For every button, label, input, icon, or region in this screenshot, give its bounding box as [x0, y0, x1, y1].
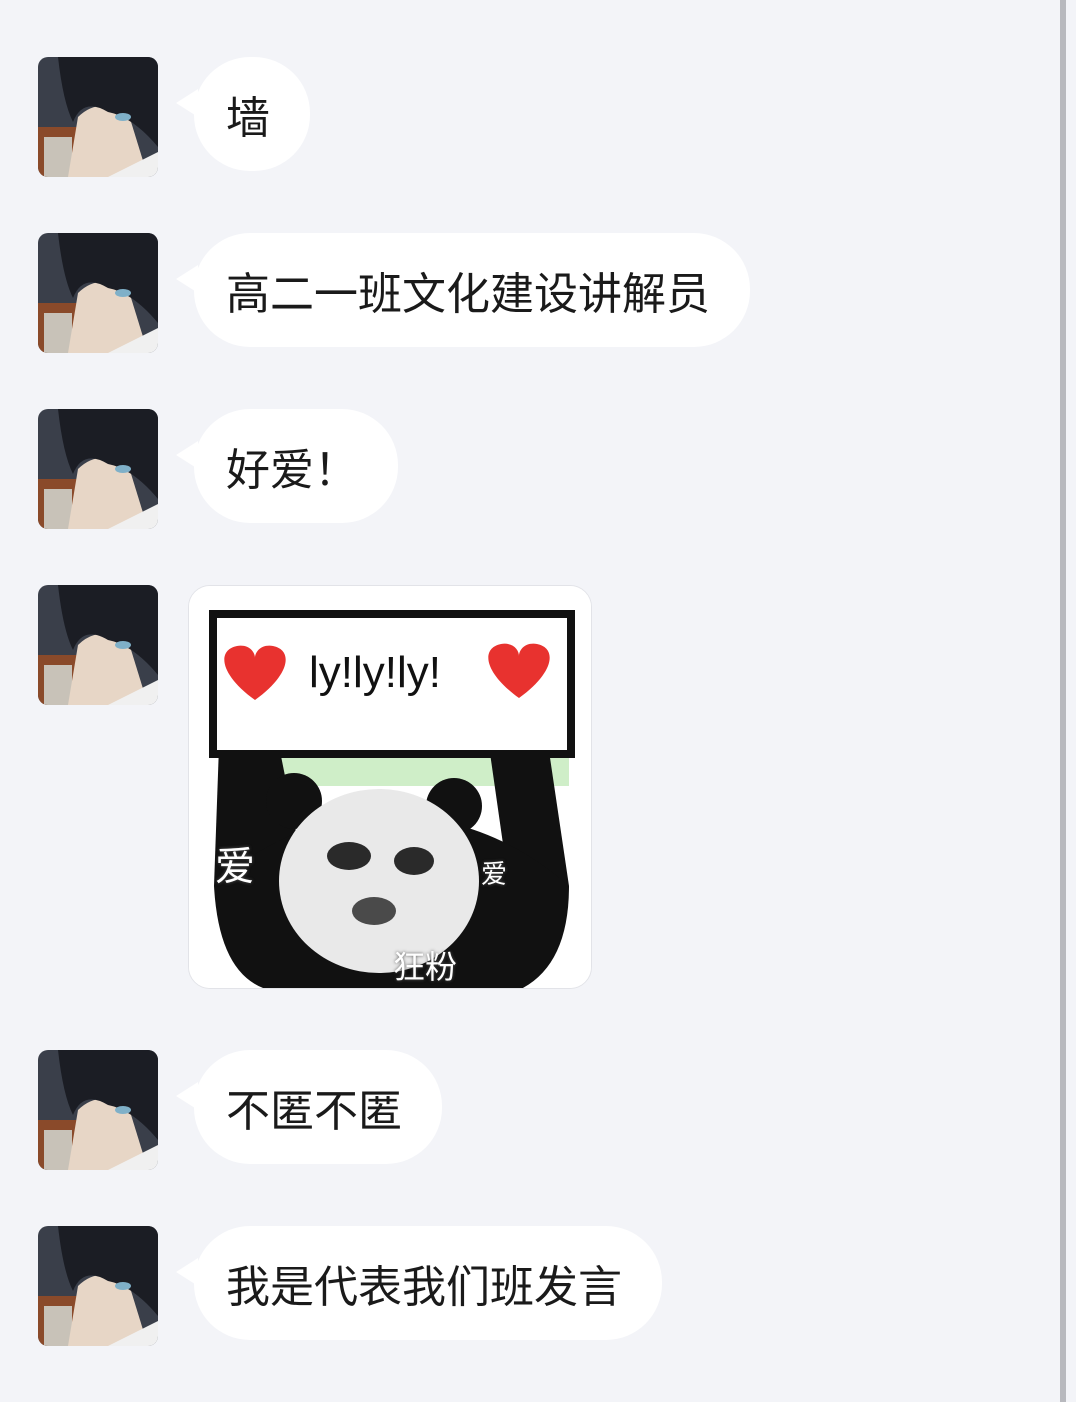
sticker-message[interactable]: ly!ly!ly! 爱 爱 狂粉	[188, 585, 592, 989]
message-row: 我是代表我们班发言	[38, 1226, 662, 1346]
sticker-right-word: 爱	[481, 860, 508, 890]
anime-avatar-icon	[38, 585, 158, 705]
anime-avatar-icon	[38, 1050, 158, 1170]
avatar[interactable]	[38, 1050, 158, 1170]
sticker-left-word: 爱	[215, 844, 255, 890]
message-bubble-wrap: 墙	[176, 57, 310, 171]
anime-avatar-icon	[38, 1226, 158, 1346]
anime-avatar-icon	[38, 57, 158, 177]
message-row: 墙	[38, 57, 310, 177]
bubble-tail	[176, 441, 198, 469]
message-bubble[interactable]: 我是代表我们班发言	[194, 1226, 662, 1340]
message-bubble-wrap: 不匿不匿	[176, 1050, 442, 1164]
message-bubble[interactable]: 墙	[194, 57, 310, 171]
avatar[interactable]	[38, 1226, 158, 1346]
bubble-tail	[176, 265, 198, 293]
avatar[interactable]	[38, 409, 158, 529]
bubble-tail	[176, 1258, 198, 1286]
sticker-bottom-word: 狂粉	[393, 948, 458, 986]
message-row: ly!ly!ly! 爱 爱 狂粉	[38, 585, 592, 989]
message-bubble[interactable]: 高二一班文化建设讲解员	[194, 233, 750, 347]
message-bubble-wrap: 我是代表我们班发言	[176, 1226, 662, 1340]
bubble-tail	[176, 1082, 198, 1110]
message-bubble[interactable]: 不匿不匿	[194, 1050, 442, 1164]
avatar[interactable]	[38, 585, 158, 705]
message-bubble-wrap: 高二一班文化建设讲解员	[176, 233, 750, 347]
message-row: 好爱！	[38, 409, 398, 529]
sticker-sign-text: ly!ly!ly!	[309, 648, 441, 697]
message-row: 不匿不匿	[38, 1050, 442, 1170]
panda-sticker-image	[189, 586, 591, 988]
anime-avatar-icon	[38, 409, 158, 529]
message-bubble[interactable]: 好爱！	[194, 409, 398, 523]
message-row: 高二一班文化建设讲解员	[38, 233, 750, 353]
scrollbar[interactable]	[1060, 0, 1066, 1402]
avatar[interactable]	[38, 57, 158, 177]
message-bubble-wrap: 好爱！	[176, 409, 398, 523]
chat-window: 墙 高二一班文化建设讲解员 好爱！ ly!ly!ly! 爱 爱 狂粉 不匿不匿 …	[0, 0, 1076, 1402]
avatar[interactable]	[38, 233, 158, 353]
bubble-tail	[176, 89, 198, 117]
anime-avatar-icon	[38, 233, 158, 353]
